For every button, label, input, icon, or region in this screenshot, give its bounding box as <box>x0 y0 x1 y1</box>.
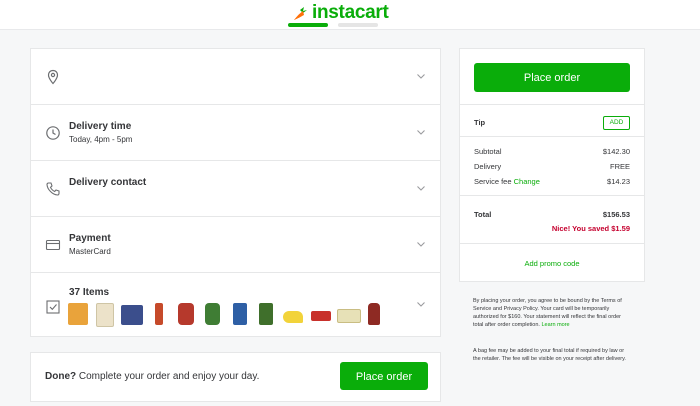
delivery-fee-label: Delivery <box>474 162 502 171</box>
divider <box>460 136 644 137</box>
product-thumbnail <box>233 303 247 325</box>
phone-icon <box>46 182 60 196</box>
place-order-button-bottom[interactable]: Place order <box>340 362 428 390</box>
done-bold: Done? <box>45 371 77 382</box>
address-row[interactable] <box>31 49 440 105</box>
product-thumbnail <box>96 303 114 327</box>
payment-title: Payment <box>69 233 111 244</box>
subtotal-value: $142.30 <box>602 147 630 156</box>
chevron-down-icon <box>417 302 425 307</box>
item-thumbnails <box>68 303 388 329</box>
top-header: instacart <box>0 0 700 30</box>
carrot-icon <box>294 7 307 20</box>
product-thumbnail <box>311 311 331 321</box>
items-title: 37 Items <box>69 287 110 298</box>
product-thumbnail <box>283 311 303 323</box>
savings-text: Nice! You saved $1.59 <box>551 224 630 233</box>
location-pin-icon <box>47 69 59 85</box>
checklist-icon <box>46 300 60 314</box>
chevron-down-icon <box>417 130 425 135</box>
chevron-down-icon <box>417 74 425 79</box>
add-promo-code-link[interactable]: Add promo code <box>460 259 644 268</box>
checkout-progress <box>288 23 378 27</box>
service-fee-value: $14.23 <box>607 177 630 186</box>
bottom-place-order-bar: Done? Complete your order and enjoy your… <box>30 352 441 402</box>
delivery-contact-title: Delivery contact <box>69 177 147 188</box>
credit-card-icon <box>45 239 61 251</box>
product-thumbnail <box>155 303 163 325</box>
done-text: Complete your order and enjoy your day. <box>76 371 260 382</box>
order-summary-card: Place order Tip ADD Subtotal $142.30 Del… <box>459 48 645 282</box>
delivery-time-title: Delivery time <box>69 121 132 132</box>
product-thumbnail <box>259 303 273 325</box>
progress-step-inactive <box>338 23 378 27</box>
learn-more-link[interactable]: Learn more <box>541 322 569 328</box>
product-thumbnail <box>337 309 361 323</box>
delivery-fee-value: FREE <box>609 162 630 171</box>
product-thumbnail <box>205 303 220 325</box>
delivery-contact-row[interactable]: Delivery contact <box>31 161 440 217</box>
payment-row[interactable]: Payment MasterCard <box>31 217 440 273</box>
divider <box>460 243 644 244</box>
add-tip-button[interactable]: ADD <box>603 116 630 130</box>
bag-fee-text: A bag fee may be added to your final tot… <box>473 348 626 362</box>
checkout-details-card: Delivery time Today, 4pm - 5pm Delivery … <box>30 48 441 337</box>
place-order-button[interactable]: Place order <box>474 63 630 92</box>
divider <box>460 104 644 105</box>
clock-icon <box>46 126 60 140</box>
change-service-fee-link[interactable]: Change <box>514 177 540 186</box>
subtotal-label: Subtotal <box>474 147 502 156</box>
chevron-down-icon <box>417 186 425 191</box>
instacart-logo[interactable]: instacart <box>291 2 389 24</box>
total-label: Total <box>474 210 492 219</box>
chevron-down-icon <box>417 242 425 247</box>
product-thumbnail <box>68 303 88 325</box>
service-fee-label: Service fee Change <box>474 177 540 186</box>
delivery-time-value: Today, 4pm - 5pm <box>69 135 133 144</box>
product-thumbnail <box>368 303 380 325</box>
terms-text: By placing your order, you agree to be b… <box>473 297 631 329</box>
done-message: Done? Complete your order and enjoy your… <box>45 371 259 382</box>
delivery-time-row[interactable]: Delivery time Today, 4pm - 5pm <box>31 105 440 161</box>
tip-label: Tip <box>474 118 486 127</box>
divider <box>460 195 644 196</box>
logo-text: instacart <box>312 2 389 23</box>
product-thumbnail <box>121 305 143 325</box>
product-thumbnail <box>178 303 194 325</box>
service-fee-text: Service fee <box>474 177 512 186</box>
total-value: $156.53 <box>602 210 630 219</box>
payment-value: MasterCard <box>69 247 111 256</box>
progress-step-active <box>288 23 328 27</box>
